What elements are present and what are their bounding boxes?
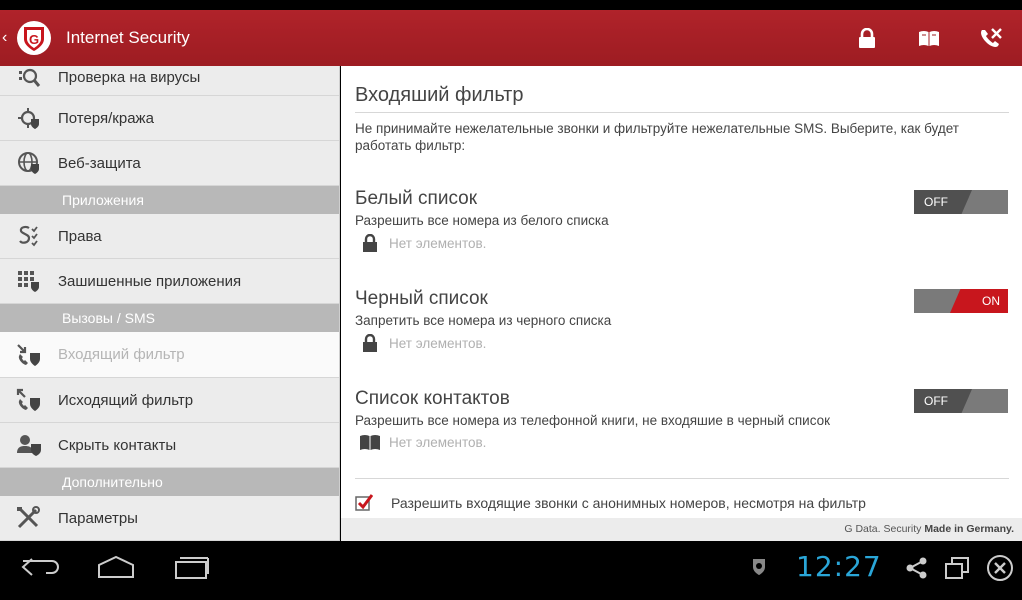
blacklist-description: Запретить все номера из черного списка xyxy=(355,313,612,328)
section-divider xyxy=(355,478,1009,479)
status-strip xyxy=(0,0,1022,10)
globe-icon xyxy=(0,151,58,175)
toggle-state: OFF xyxy=(914,190,972,214)
sidebar-item-label: Зашишенные приложения xyxy=(58,272,242,290)
clock[interactable]: 12:27 xyxy=(796,550,882,583)
location-target-icon xyxy=(0,106,58,130)
footer: G Data. Security Made in Germany. xyxy=(341,518,1022,541)
sidebar-item-hide-contacts[interactable]: Скрыть контакты xyxy=(0,423,339,468)
page-title: Входяший фильтр xyxy=(355,84,524,106)
sidebar-item-permissions[interactable]: Права xyxy=(0,214,339,259)
outgoing-filter-icon xyxy=(0,388,58,412)
lock-icon xyxy=(355,234,385,252)
sidebar-item-label: Входящий фильтр xyxy=(58,346,185,363)
sidebar-item-label: Параметры xyxy=(58,509,138,527)
sidebar-item-loss-theft[interactable]: Потеря/кража xyxy=(0,96,339,141)
sidebar-item-virus-scan[interactable]: Проверка на вирусы xyxy=(0,66,339,96)
section-header-advanced: Дополнительно xyxy=(0,468,339,496)
footer-slogan: Made in Germany. xyxy=(924,523,1014,535)
page-description: Не принимайте нежелательные звонки и фил… xyxy=(355,121,959,153)
contacts-list-empty[interactable]: Нет элементов. xyxy=(355,434,1015,450)
whitelist-empty[interactable]: Нет элементов. xyxy=(355,234,1015,252)
recent-apps-icon[interactable] xyxy=(174,556,210,580)
window-mode-icon[interactable] xyxy=(944,556,970,580)
gdata-notification-icon[interactable] xyxy=(752,558,766,576)
permissions-icon xyxy=(0,224,58,248)
contacts-list-description: Разрешить все номера из телефонной книги… xyxy=(355,413,831,428)
call-block-action[interactable] xyxy=(960,10,1022,66)
gdata-logo-icon[interactable]: G xyxy=(16,20,52,56)
blacklist-toggle[interactable]: ON xyxy=(914,289,1008,313)
back-icon[interactable] xyxy=(20,555,64,581)
contacts-list-toggle[interactable]: OFF xyxy=(914,389,1008,413)
sidebar-item-settings[interactable]: Параметры xyxy=(0,496,339,541)
title-divider xyxy=(355,112,1009,113)
sidebar-item-protected-apps[interactable]: Зашишенные приложения xyxy=(0,259,339,304)
footer-brand: G Data. Security xyxy=(844,523,922,535)
sidebar-item-outgoing-filter[interactable]: Исходящий фильтр xyxy=(0,378,339,423)
section-header-apps: Приложения xyxy=(0,186,339,214)
book-icon xyxy=(355,434,385,450)
book-icon xyxy=(919,31,939,46)
whitelist-toggle[interactable]: OFF xyxy=(914,190,1008,214)
sidebar-item-label: Веб-защита xyxy=(58,154,141,172)
call-block-icon xyxy=(981,28,1002,47)
virus-scan-icon xyxy=(0,67,58,89)
book-action[interactable] xyxy=(898,10,960,66)
section-header-calls-sms: Вызовы / SMS xyxy=(0,304,339,332)
checkbox-checked-icon[interactable] xyxy=(355,494,373,512)
system-bar: 12:27 xyxy=(0,541,1022,600)
blacklist-empty[interactable]: Нет элементов. xyxy=(355,334,1015,352)
protected-apps-icon xyxy=(0,269,58,293)
anonymous-calls-label: Разрешить входящие звонки с анонимных но… xyxy=(391,495,866,511)
close-icon[interactable] xyxy=(986,554,1014,582)
sidebar: Проверка на вирусы Потеря/кража Веб-защи… xyxy=(0,66,340,541)
sidebar-item-label: Потеря/кража xyxy=(58,109,154,127)
toggle-state: OFF xyxy=(914,389,972,413)
sidebar-item-incoming-filter[interactable]: Входящий фильтр xyxy=(0,332,339,378)
whitelist-description: Разрешить все номера из белого списка xyxy=(355,213,609,228)
contacts-list-empty-text: Нет элементов. xyxy=(389,434,487,450)
lock-action[interactable] xyxy=(836,10,898,66)
back-chevron-icon[interactable]: ‹ xyxy=(2,29,14,47)
incoming-filter-icon xyxy=(0,343,58,367)
lock-icon xyxy=(355,334,385,352)
share-icon[interactable] xyxy=(906,557,928,579)
sidebar-item-web-protection[interactable]: Веб-защита xyxy=(0,141,339,186)
blacklist-empty-text: Нет элементов. xyxy=(389,335,487,351)
tools-icon xyxy=(0,506,58,530)
sidebar-item-label: Проверка на вирусы xyxy=(58,69,201,86)
lock-icon xyxy=(859,28,875,48)
home-icon[interactable] xyxy=(96,555,136,581)
svg-text:G: G xyxy=(29,32,39,47)
sidebar-item-label: Права xyxy=(58,227,102,245)
toggle-state: ON xyxy=(950,289,1008,313)
whitelist-empty-text: Нет элементов. xyxy=(389,235,487,251)
sidebar-item-label: Исходящий фильтр xyxy=(58,391,194,409)
sidebar-item-label: Скрыть контакты xyxy=(58,436,177,454)
hide-contacts-icon xyxy=(0,433,58,457)
app-title: Internet Security xyxy=(66,28,190,47)
anonymous-calls-option[interactable]: Разрешить входящие звонки с анонимных но… xyxy=(355,494,866,512)
content-panel: Входяший фильтр Не принимайте нежелатель… xyxy=(341,66,1022,541)
action-bar: ‹ G Internet Security xyxy=(0,10,1022,66)
